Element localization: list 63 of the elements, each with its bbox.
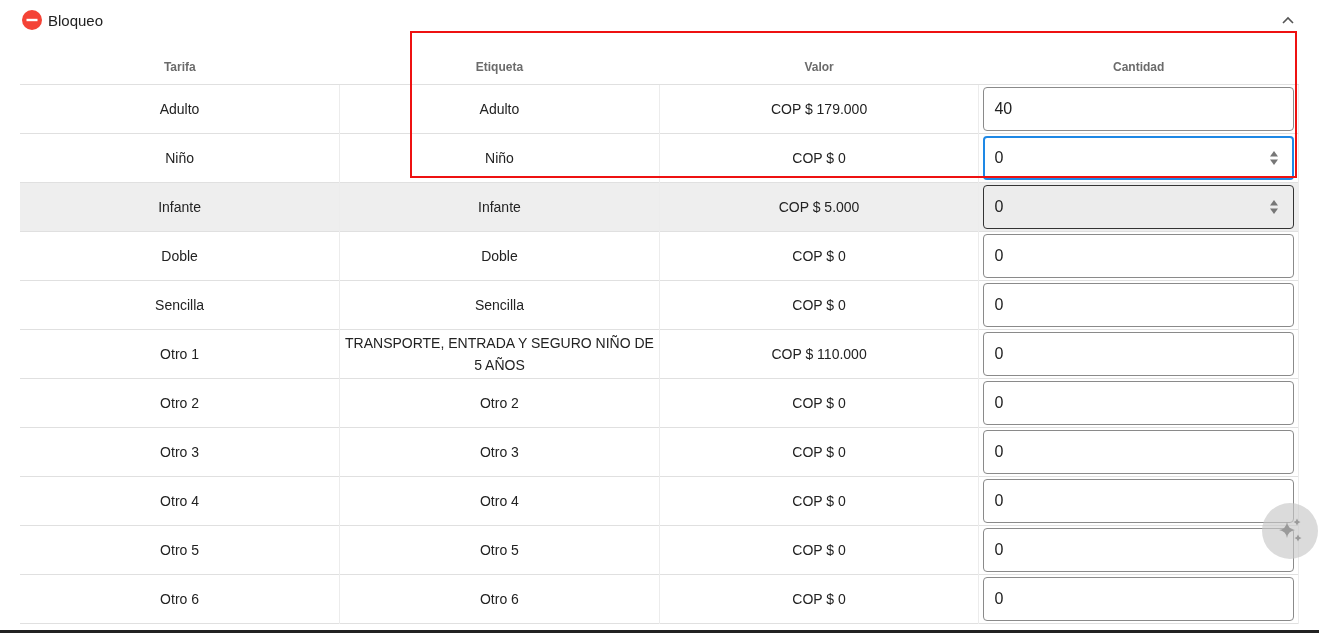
- table-cell: Adulto: [20, 84, 340, 134]
- table-cell: COP $ 0: [659, 231, 979, 281]
- quantity-field[interactable]: 0: [983, 528, 1294, 572]
- table-row[interactable]: Otro 2 Otro 2 COP $ 0 0: [20, 378, 1299, 428]
- table-cell: Otro 5: [339, 525, 660, 575]
- table-cell: COP $ 0: [659, 133, 979, 183]
- table-cell: COP $ 0: [659, 280, 979, 330]
- table-cell: Otro 4: [20, 476, 340, 526]
- quantity-field[interactable]: 0: [983, 283, 1294, 327]
- table-cell: Niño: [20, 133, 340, 183]
- table-cell: Otro 1: [20, 329, 340, 379]
- quantity-field[interactable]: 0: [983, 430, 1294, 474]
- table-row[interactable]: Otro 5 Otro 5 COP $ 0 0: [20, 525, 1299, 575]
- table-row[interactable]: Niño Niño COP $ 0 0: [20, 133, 1299, 183]
- table-cell: Otro 4: [339, 476, 660, 526]
- column-header: Cantidad: [1113, 60, 1165, 74]
- table-cell: COP $ 179.000: [659, 84, 979, 134]
- table-cell: Otro 5: [20, 525, 340, 575]
- table-cell: TRANSPORTE, ENTRADA Y SEGURO NIÑO DE 5 AÑOS: [339, 329, 660, 379]
- table-row[interactable]: Doble Doble COP $ 0 0: [20, 231, 1299, 281]
- quantity-field[interactable]: 0: [983, 234, 1294, 278]
- highlighted-row[interactable]: Infante Infante COP $ 5.000 0: [20, 182, 1299, 232]
- table-cell: Otro 6: [339, 574, 660, 624]
- table-cell: Adulto: [339, 84, 660, 134]
- column-header: Etiqueta: [475, 60, 524, 74]
- table-row[interactable]: Adulto Adulto COP $ 179.000 40: [20, 84, 1299, 134]
- table-row[interactable]: Otro 6 Otro 6 COP $ 0 0: [20, 574, 1299, 624]
- column-header: Valor: [804, 60, 834, 74]
- table-cell: Otro 3: [20, 427, 340, 477]
- table-row[interactable]: Otro 1 TRANSPORTE, ENTRADA Y SEGURO NIÑO DE 5 AÑOS COP $ 110.000 0: [20, 329, 1299, 379]
- table-cell: COP $ 110.000: [659, 329, 979, 379]
- table-cell: COP $ 0: [659, 476, 979, 526]
- table-cell: Otro 2: [339, 378, 660, 428]
- table-row[interactable]: Otro 3 Otro 3 COP $ 0 0: [20, 427, 1299, 477]
- table-cell: COP $ 0: [659, 574, 979, 624]
- quantity-field[interactable]: 0: [983, 332, 1294, 376]
- sparkle-button[interactable]: [1262, 503, 1318, 559]
- table-cell: Sencilla: [339, 280, 660, 330]
- quantity-field[interactable]: 0: [983, 185, 1294, 229]
- quantity-field[interactable]: 0: [983, 136, 1294, 180]
- table-cell: Sencilla: [20, 280, 340, 330]
- section-title: Bloqueo: [48, 11, 105, 29]
- table-row[interactable]: Sencilla Sencilla COP $ 0 0: [20, 280, 1299, 330]
- quantity-field[interactable]: 40: [983, 87, 1294, 131]
- table-cell: Otro 2: [20, 378, 340, 428]
- column-header: Tarifa: [163, 60, 196, 74]
- quantity-field[interactable]: 0: [983, 479, 1294, 523]
- table-cell: COP $ 0: [659, 427, 979, 477]
- table-cell: COP $ 0: [659, 525, 979, 575]
- minus-circle-icon: [22, 10, 42, 30]
- table-cell: Infante: [339, 182, 660, 232]
- table-cell: Otro 3: [339, 427, 660, 477]
- quantity-field[interactable]: 0: [983, 381, 1294, 425]
- table-cell: COP $ 5.000: [659, 182, 979, 232]
- chevron-up-icon[interactable]: [1282, 16, 1294, 24]
- table-cell: Doble: [339, 231, 660, 281]
- table-cell: Doble: [20, 231, 340, 281]
- table-cell: COP $ 0: [659, 378, 979, 428]
- quantity-field[interactable]: 0: [983, 577, 1294, 621]
- table-row[interactable]: Otro 4 Otro 4 COP $ 0 0: [20, 476, 1299, 526]
- table-cell: Niño: [339, 133, 660, 183]
- table-cell: Infante: [20, 182, 340, 232]
- table-cell: Otro 6: [20, 574, 340, 624]
